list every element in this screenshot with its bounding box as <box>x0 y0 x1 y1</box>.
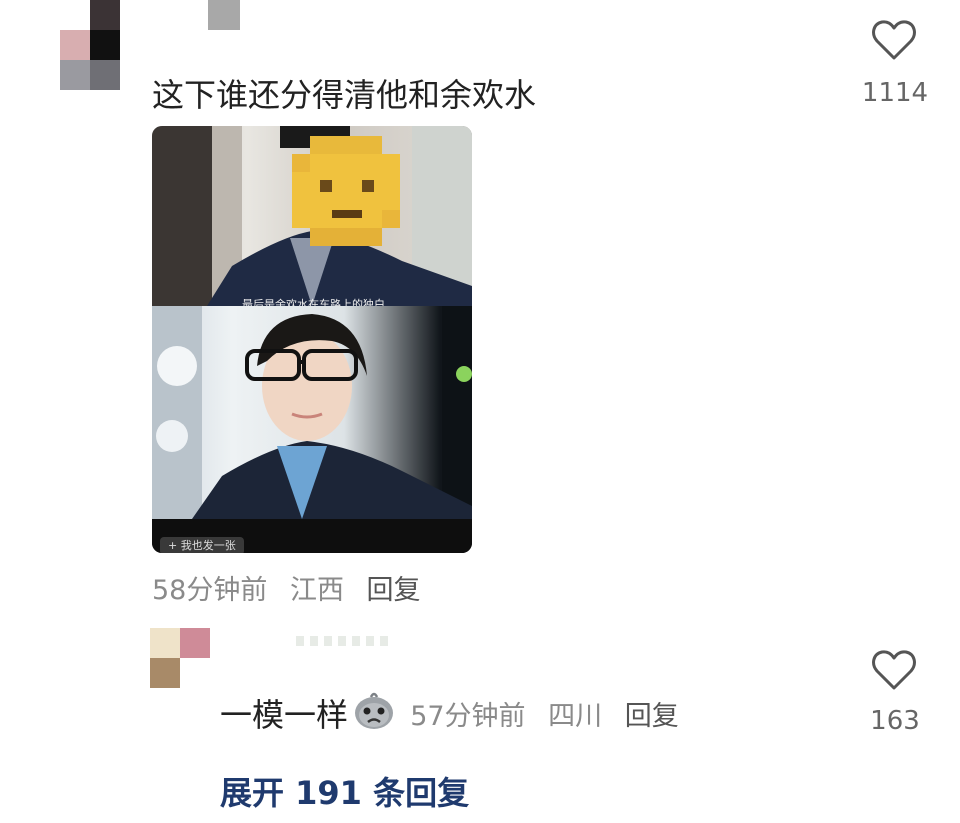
expand-replies-link[interactable]: 展开 191 条回复 <box>220 768 469 814</box>
comment-time: 57分钟前 <box>410 700 526 732</box>
image-caption: 最后是余欢水在车路上的独白 <box>242 298 385 306</box>
comment-image[interactable]: 最后是余欢水在车路上的独白 + 我也发一张 <box>152 126 472 553</box>
reply-button[interactable]: 回复 <box>625 701 679 732</box>
photo-bottom <box>152 306 472 519</box>
comment-line: 一模一样 57分钟前 四川 回复 <box>220 690 693 736</box>
like-button[interactable] <box>871 18 917 62</box>
blurred-face <box>292 136 400 246</box>
comment-location: 四川 <box>548 700 603 732</box>
reply-button[interactable]: 回复 <box>367 575 421 606</box>
comment-text: 这下谁还分得清他和余欢水 <box>152 76 537 114</box>
heart-icon <box>872 20 916 60</box>
comment-text: 一模一样 <box>220 696 349 734</box>
avatar[interactable] <box>150 628 210 688</box>
username-obscured[interactable] <box>296 636 392 646</box>
like-button[interactable] <box>871 648 917 692</box>
comment-time: 58分钟前 <box>152 575 268 606</box>
photo-top: 最后是余欢水在车路上的独白 <box>152 126 472 306</box>
crying-face-emoji-icon <box>353 691 395 735</box>
like-count: 1114 <box>861 78 929 108</box>
post-too-chip[interactable]: + 我也发一张 <box>160 537 244 553</box>
comment-location: 江西 <box>289 575 344 606</box>
heart-icon <box>872 650 916 690</box>
username-obscured[interactable] <box>208 0 240 30</box>
avatar[interactable] <box>60 0 120 90</box>
comment-meta: 58分钟前 江西 回复 <box>152 568 435 607</box>
photo-footer: + 我也发一张 <box>152 519 472 553</box>
like-count: 163 <box>870 706 920 736</box>
